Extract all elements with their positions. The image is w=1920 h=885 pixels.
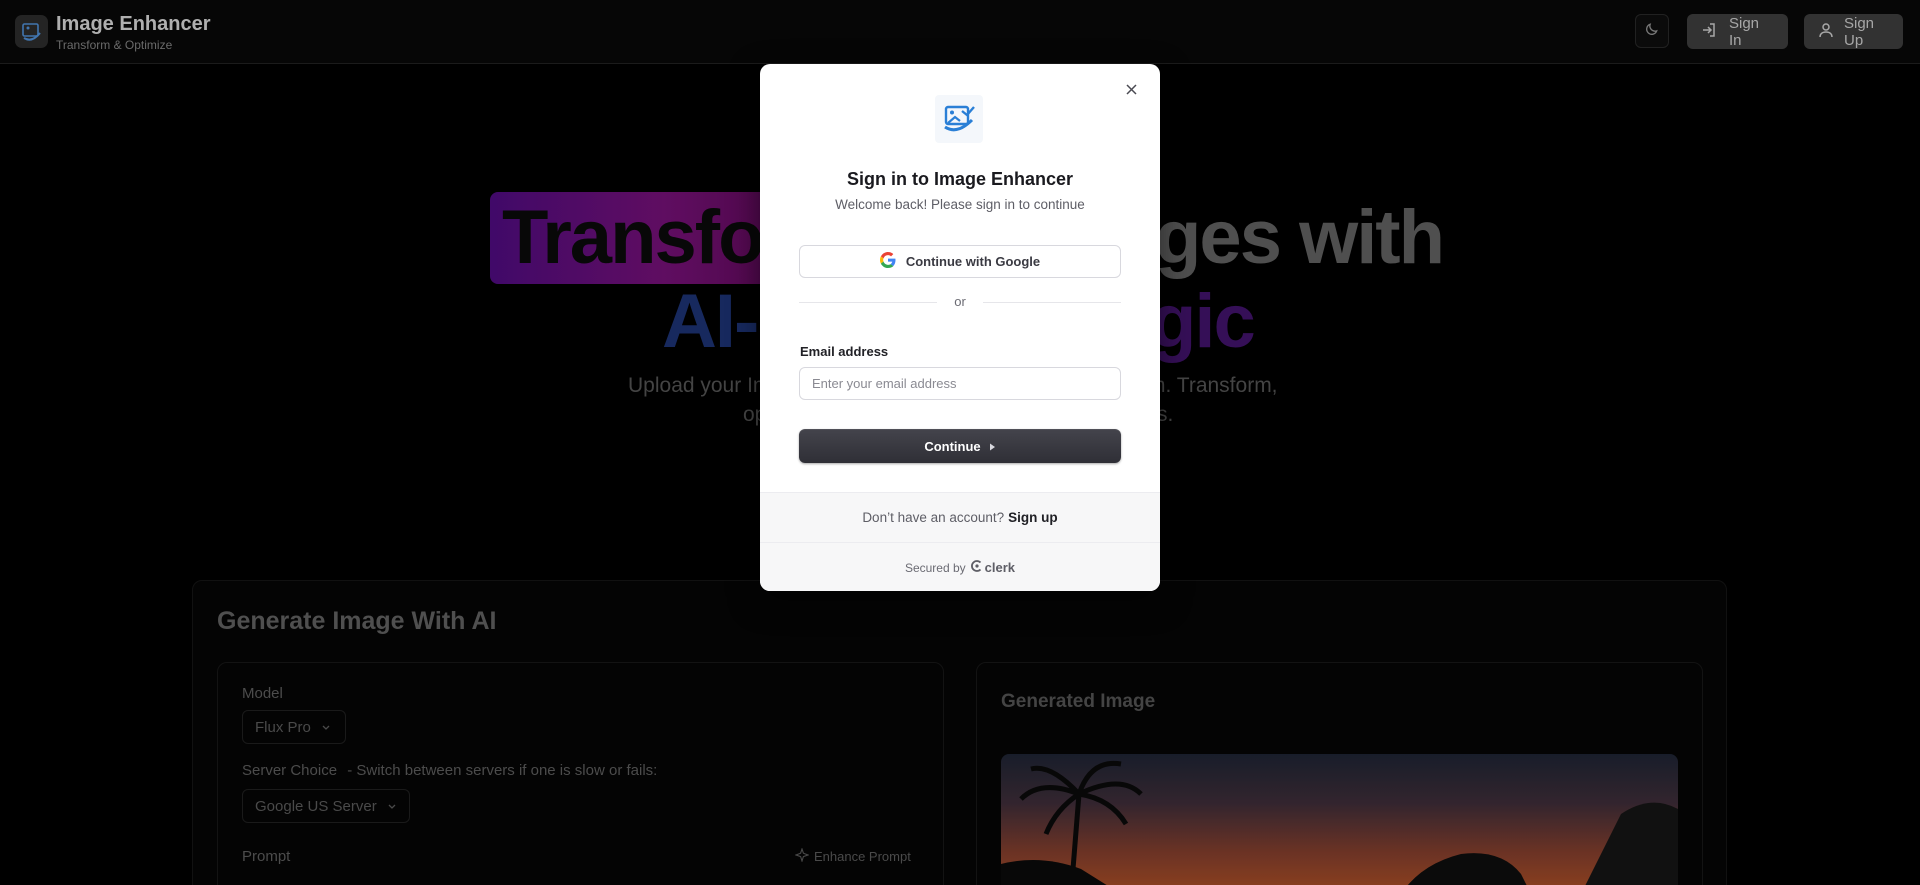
modal-subtitle: Welcome back! Please sign in to continue — [835, 197, 1085, 212]
secured-by-text: Secured by — [904, 560, 966, 575]
caret-right-icon — [989, 439, 996, 454]
continue-with-google-button[interactable]: Continue with Google — [799, 245, 1121, 278]
clerk-label: clerk — [984, 560, 1016, 575]
or-divider: or — [799, 294, 1121, 309]
clerk-logo[interactable]: clerk — [970, 560, 1016, 575]
sign-in-modal: Sign in to Image Enhancer Welcome back! … — [760, 64, 1160, 591]
modal-logo-icon — [935, 95, 983, 143]
email-label: Email address — [800, 344, 889, 359]
google-icon — [879, 252, 896, 271]
continue-label: Continue — [924, 438, 981, 454]
clerk-icon — [970, 560, 983, 575]
continue-button[interactable]: Continue — [799, 429, 1121, 463]
google-button-label: Continue with Google — [905, 254, 1041, 269]
modal-title: Sign in to Image Enhancer — [846, 169, 1074, 189]
sign-up-prompt: Don’t have an account? Sign up — [760, 493, 1160, 543]
modal-footer: Don’t have an account? Sign up Secured b… — [760, 492, 1160, 591]
divider-line — [983, 302, 1121, 303]
secured-by: Secured by clerk — [760, 543, 1160, 591]
no-account-text: Don’t have an account? — [862, 510, 1005, 525]
close-icon[interactable] — [1123, 81, 1139, 97]
sign-up-link[interactable]: Sign up — [1008, 510, 1058, 525]
email-input[interactable] — [799, 367, 1121, 400]
